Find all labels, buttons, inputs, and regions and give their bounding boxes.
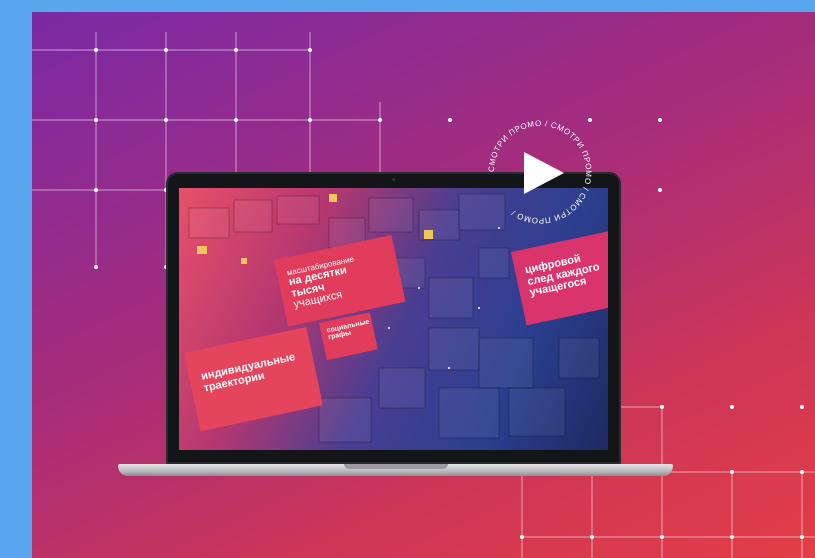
play-icon[interactable] (524, 152, 564, 194)
camera-icon (392, 178, 395, 181)
promo-banner: масштабирование на десятки тысяч учащихс… (32, 12, 815, 558)
watch-promo-widget[interactable]: СМОТРИ ПРОМО / СМОТРИ ПРОМО / СМОТРИ ПРО… (480, 112, 600, 232)
play-button[interactable] (520, 150, 566, 196)
laptop-notch (344, 464, 448, 469)
